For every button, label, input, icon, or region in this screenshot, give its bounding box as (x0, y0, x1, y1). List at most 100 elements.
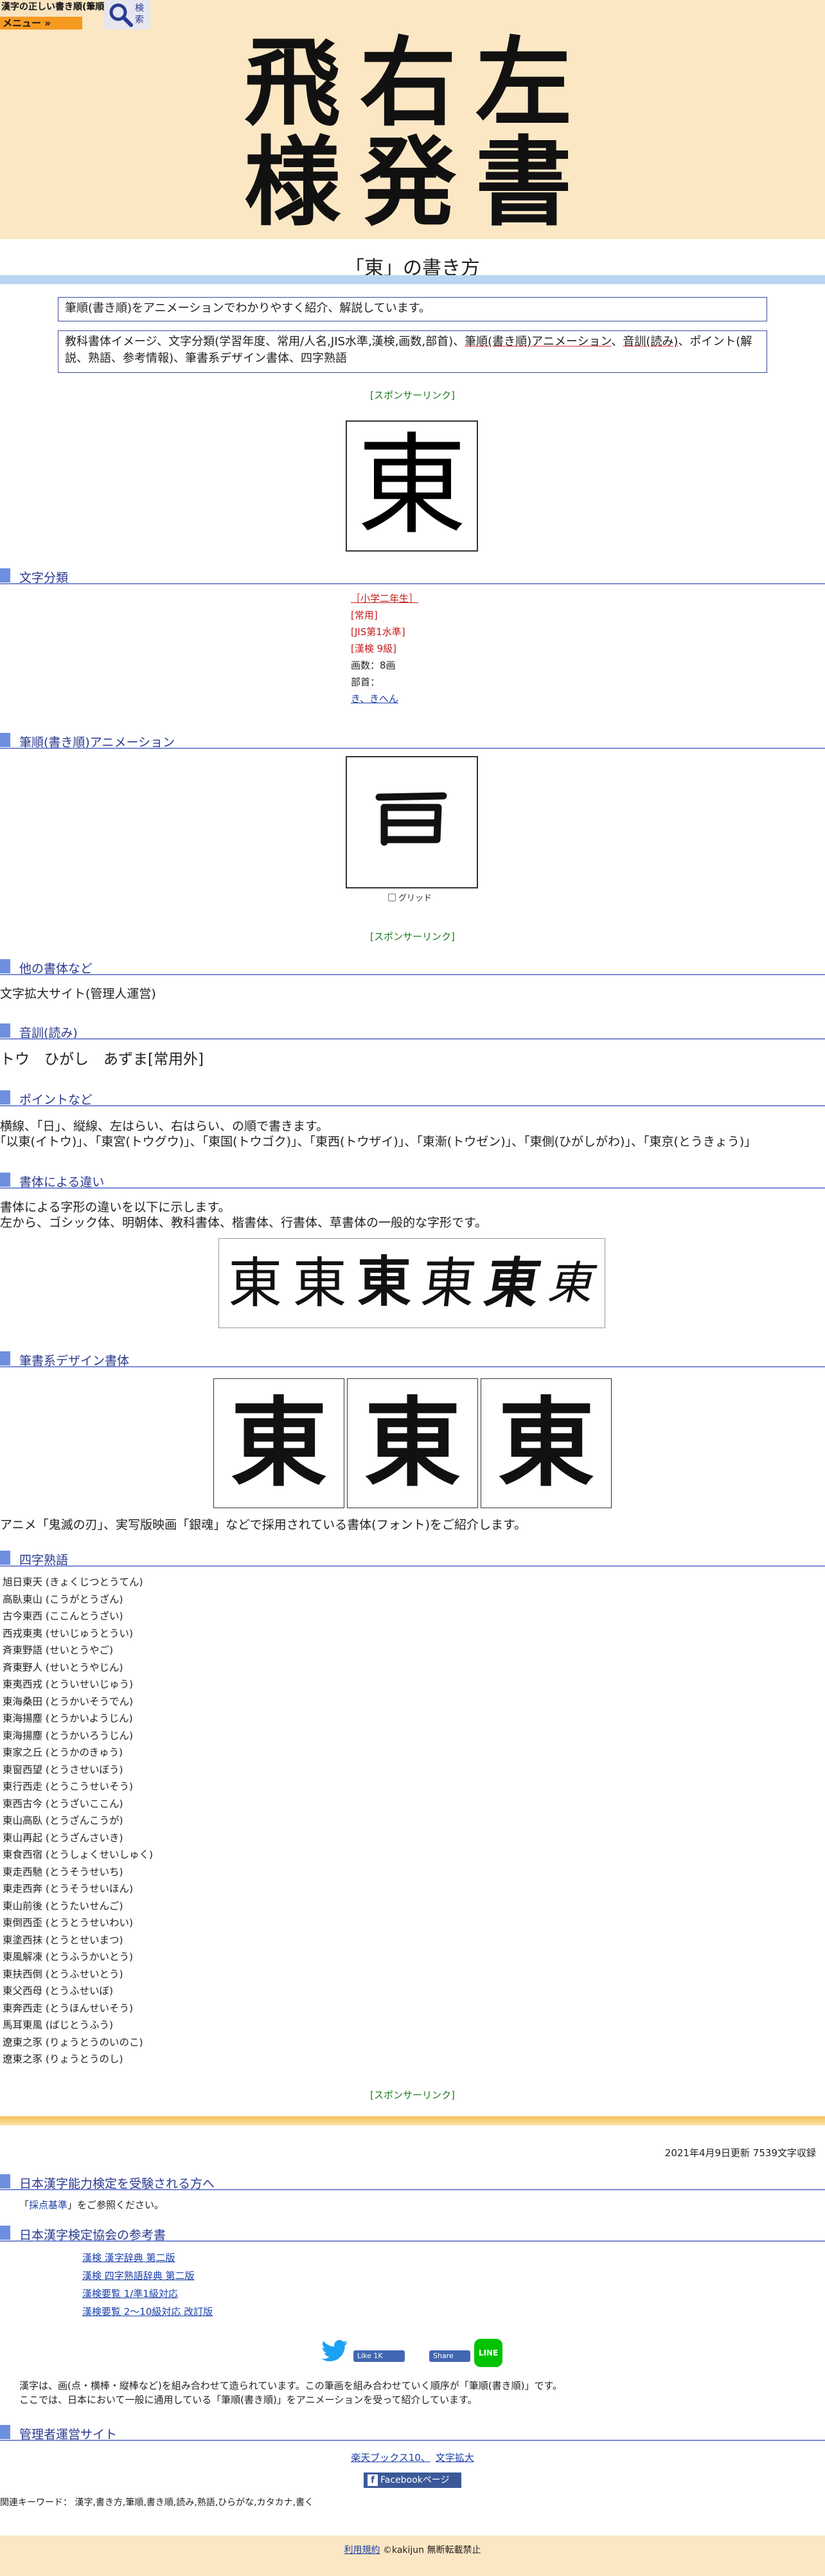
stroke-count: 画数：8画 (351, 660, 396, 671)
intro-link-animation[interactable]: 筆順(書き順)アニメーション (465, 335, 611, 348)
search-button[interactable]: 検索 (104, 0, 150, 30)
yoji-item: 東走西奔 (とうそうせいほん) (3, 1883, 134, 1895)
by-font-order: 左から、ゴシック体、明朝体、教科書体、楷書体、行書体、草書体の一般的な字形です。 (0, 1216, 488, 1230)
font-comparison-image: 東 東 東 東 東 東 (218, 1238, 605, 1328)
yoji-list: 旭日東天 (きょくじつとうてん) 高臥東山 (こうがとうざん) 古今東西 (ここんと… (3, 1574, 153, 2068)
facebook-icon: f (368, 2474, 378, 2486)
grade-tag[interactable]: ［小学二年生］ (351, 590, 418, 607)
reading-text: トウ ひがし あずま[常用外] (0, 1051, 204, 1068)
section-marker (0, 568, 10, 582)
brush-font-sample-3: 東 (481, 1378, 612, 1508)
section-rule (0, 1366, 825, 1367)
stroke-order-explanation: 漢字は、画(点・横棒・縦棒など)を組み合わせて造られています。この筆画を組み合わ… (19, 2379, 562, 2407)
section-header-by-font: 書体による違い (0, 1171, 825, 1189)
brush-font-note: アニメ「鬼滅の刃」、実写版映画「銀魂」などで採用されている書体(フォント)をご紹… (0, 1518, 527, 1532)
explanation-line: 漢字は、画(点・横棒・縦棒など)を組み合わせて造られています。この筆画を組み合わ… (19, 2380, 562, 2391)
section-marker (0, 1023, 10, 1038)
intro-separator: 、 (611, 335, 623, 348)
yoji-item: 遼東之豕 (りょうとうのし) (3, 2053, 123, 2065)
yoji-item: 東山再起 (とうざんさいき) (3, 1832, 123, 1844)
section-header-yoji: 四字熟語 (0, 1549, 825, 1567)
section-marker (0, 1351, 10, 1365)
section-rule (0, 1038, 825, 1040)
yoji-item: 東行西走 (とうこうせいそう) (3, 1781, 134, 1792)
section-rule (0, 2440, 825, 2441)
line-share-icon[interactable]: LINE (474, 2339, 502, 2367)
menu-button[interactable]: メニュー » (0, 17, 82, 30)
section-marker (0, 1173, 10, 1187)
scoring-criteria-link[interactable]: 採点基準 (29, 2199, 67, 2211)
yoji-item: 東海揚塵 (とうかいようじん) (3, 1713, 133, 1724)
section-marker (0, 2174, 10, 2188)
stroke-order-animation[interactable] (346, 756, 478, 888)
grid-checkbox[interactable] (388, 894, 396, 901)
section-header-other-fonts: 他の書体など (0, 958, 825, 976)
section-rule (0, 974, 825, 975)
jis-tag[interactable]: [JIS第1水準] (351, 624, 418, 640)
yoji-item: 斉東野語 (せいとうやご) (3, 1644, 114, 1656)
yoji-item: 東家之丘 (とうかのきゅう) (3, 1747, 123, 1758)
font-zoom-site-link[interactable]: 文字拡大サイト(管理人運営) (0, 986, 156, 1002)
yoji-item: 東倒西歪 (とうとうせいわい) (3, 1917, 134, 1929)
kentei-note-post: 」をご参照ください。 (67, 2199, 164, 2211)
banner-title: 飛右左様発書 (244, 26, 591, 239)
yoji-item: 東走西馳 (とうそうせいち) (3, 1866, 123, 1878)
radical-label: 部首： (351, 676, 380, 688)
content-end-divider (0, 2116, 825, 2125)
section-header-animation: 筆順(書き順)アニメーション (0, 732, 825, 750)
section-rule (0, 748, 825, 749)
section-header-reading: 音訓(読み) (0, 1022, 825, 1040)
common-tag[interactable]: [常用] (351, 607, 418, 624)
yoji-item: 東父西母 (とうふせいぼ) (3, 1985, 114, 1997)
yoji-item: 東塗西抹 (とうとせいまつ) (3, 1934, 123, 1946)
share-buttons: Like 1K Share LINE (0, 2337, 825, 2367)
rakuten-books-link[interactable]: 楽天ブックス10、 (351, 2452, 430, 2463)
yoji-item: 古今東西 (ここんとうざい) (3, 1610, 123, 1622)
facebook-share-button[interactable]: Share (429, 2350, 470, 2362)
mincho-glyph: 東 (292, 1252, 347, 1315)
yoji-item: 東奔西走 (とうほんせいそう) (3, 2002, 134, 2014)
yoji-item: 東食西宿 (とうしょくせいしゅく) (3, 1849, 154, 1860)
intro-link-reading[interactable]: 音訓(読み) (623, 335, 678, 348)
reference-book-link[interactable]: 漢検要覧 2～10級対応 改訂版 (82, 2303, 213, 2321)
reference-book-link[interactable]: 漢検 四字熟語辞典 第二版 (82, 2267, 213, 2285)
reference-book-link[interactable]: 漢検 漢字辞典 第二版 (82, 2249, 213, 2267)
radical-link[interactable]: き、きへん (351, 690, 418, 707)
yoji-item: 高臥東山 (こうがとうざん) (3, 1593, 123, 1605)
terms-link[interactable]: 利用規約 (344, 2545, 380, 2555)
brush-glyph: 東 (230, 1387, 327, 1500)
section-header-classification: 文字分類 (0, 567, 825, 585)
sponsor-label: [スポンサーリンク] (370, 390, 455, 401)
intro-contents-text: 教科書体イメージ、文字分類(学習年度、常用/人名,JIS水準,漢検,画数,部首)… (65, 335, 465, 348)
brush-font-sample-2: 東 (347, 1378, 478, 1508)
facebook-page-button[interactable]: f Facebookページ (364, 2472, 461, 2488)
points-stroke-note: 横線、｢日｣、縦線、左はらい、右はらい、の順で書きます。 (0, 1119, 329, 1133)
font-zoom-link[interactable]: 文字拡大 (436, 2452, 474, 2463)
kentei-note: 「採点基準」をご参照ください。 (19, 2197, 164, 2213)
kanken-tag[interactable]: [漢検 9級] (351, 640, 418, 657)
grid-toggle[interactable]: グリッド (388, 891, 432, 903)
intro-contents: 教科書体イメージ、文字分類(学習年度、常用/人名,JIS水準,漢検,画数,部首)… (58, 330, 767, 373)
explanation-line: ここでは、日本において一般に通用している「筆順(書き順)」をアニメーションを受っ… (19, 2394, 477, 2406)
kanji-textbook-image: 東 (346, 420, 478, 552)
twitter-icon[interactable] (321, 2340, 348, 2362)
points-compounds: ｢以東(イトウ)｣、｢東宮(トウグウ)｣、｢東国(トウゴク)｣、｢東西(トウザイ… (0, 1135, 750, 1149)
yoji-item: 西戎東夷 (せいじゅうとうい) (3, 1627, 134, 1639)
yoji-item: 斉東野人 (せいとうやじん) (3, 1661, 123, 1673)
classification-list: ［小学二年生］ [常用] [JIS第1水準] [漢検 9級] 画数：8画 部首：… (351, 590, 418, 707)
search-label: 検索 (135, 3, 144, 25)
reference-book-link[interactable]: 漢検要覧 1/準1級対応 (82, 2285, 213, 2303)
gothic-glyph: 東 (228, 1252, 283, 1315)
kaisho-glyph: 東 (418, 1252, 479, 1315)
facebook-like-button[interactable]: Like 1K (353, 2350, 405, 2362)
yoji-item: 馬耳東風 (ばじとうふう) (3, 2019, 114, 2031)
sponsor-label: [スポンサーリンク] (370, 2089, 455, 2101)
site-mini-title: 漢字の正しい書き順(筆順) (1, 2, 109, 12)
kanji-main: 東 (357, 422, 466, 550)
section-marker (0, 959, 10, 973)
section-marker (0, 2425, 10, 2439)
section-marker (0, 1090, 10, 1104)
copyright: ©kakijun 無断転載禁止 (382, 2545, 481, 2555)
update-info: 2021年4月9日更新 7539文字収録 (664, 2147, 816, 2159)
section-header-kentei-takers: 日本漢字能力検定を受験される方へ (0, 2173, 825, 2191)
